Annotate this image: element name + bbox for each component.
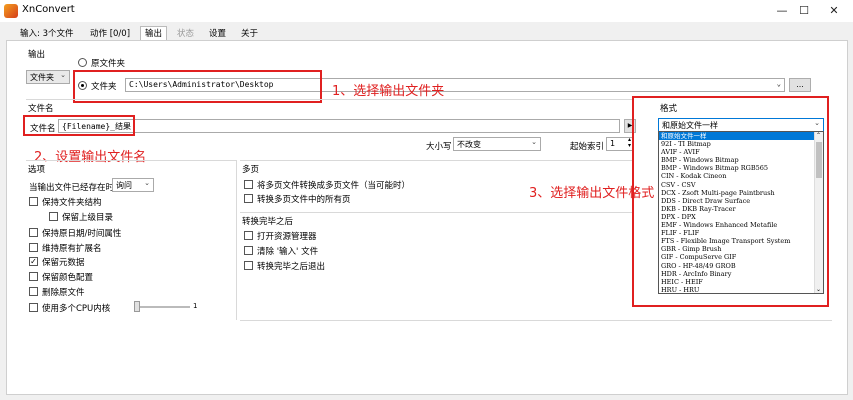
cpu-slider-thumb[interactable] — [134, 301, 140, 312]
spinner-icon[interactable]: ▴ ▾ — [628, 138, 631, 149]
checkbox-keep-folder-structure[interactable] — [29, 197, 38, 206]
checkbox-keep-datetime[interactable] — [29, 228, 38, 237]
checkbox-label: 清除 '输入' 文件 — [257, 247, 319, 257]
divider — [26, 160, 236, 161]
radio-original-folder[interactable] — [78, 58, 87, 67]
checkbox-all-pages[interactable] — [244, 194, 253, 203]
output-section-label: 输出 — [28, 50, 46, 60]
highlight-box-format — [632, 96, 829, 307]
chevron-down-icon: ⌄ — [531, 138, 537, 146]
close-button[interactable]: ✕ — [822, 2, 846, 20]
chevron-down-icon: ⌄ — [144, 179, 150, 187]
divider — [240, 212, 632, 213]
title-bar: XnConvert — ☐ ✕ — [0, 0, 853, 22]
start-index-label: 起始索引 — [570, 142, 605, 152]
cpu-slider-track[interactable] — [136, 306, 190, 308]
exists-value: 询问 — [116, 181, 132, 190]
exists-select[interactable]: 询问 ⌄ — [112, 178, 154, 192]
step3-annotation: 3、选择输出文件格式 — [529, 186, 655, 201]
divider — [240, 160, 632, 161]
filename-input[interactable]: {Filename}_结果 — [58, 119, 620, 133]
checkbox-label: 将多页文件转换成多页文件（当可能时） — [257, 181, 411, 191]
checkbox-keep-parent-dir[interactable] — [49, 212, 58, 221]
maximize-button[interactable]: ☐ — [792, 2, 816, 20]
checkbox-label: 删除原文件 — [42, 288, 85, 298]
divider — [26, 99, 633, 100]
chevron-down-icon: ⌄ — [60, 71, 66, 79]
checkbox-label: 转换多页文件中的所有页 — [257, 195, 351, 205]
browse-button[interactable]: ... — [789, 78, 811, 92]
start-index-input[interactable]: 1 ▴ ▾ — [606, 137, 634, 151]
highlight-box-filename — [23, 115, 135, 136]
divider — [240, 320, 832, 321]
checkbox-delete-original[interactable] — [29, 287, 38, 296]
tab-actions[interactable]: 动作 [0/0] — [86, 27, 134, 41]
checkbox-open-explorer[interactable] — [244, 231, 253, 240]
options-section-label: 选项 — [28, 165, 46, 175]
step1-annotation: 1、选择输出文件夹 — [332, 84, 445, 99]
filename-section-label: 文件名 — [28, 104, 54, 114]
tab-input[interactable]: 输入: 3个文件 — [16, 27, 77, 41]
checkbox-label: 保留颜色配置 — [42, 273, 94, 283]
checkbox-label: 转换完毕之后退出 — [257, 262, 326, 272]
tab-about[interactable]: 关于 — [237, 27, 262, 41]
checkbox-label: 保持原日期/时间属性 — [42, 229, 122, 239]
case-label: 大小写 — [426, 142, 452, 152]
tab-status[interactable]: 状态 — [173, 27, 198, 41]
checkbox-label: 保持文件夹结构 — [42, 198, 102, 208]
checkbox-keep-extension[interactable] — [29, 243, 38, 252]
minimize-button[interactable]: — — [770, 2, 794, 20]
app-logo-icon — [4, 4, 18, 18]
step2-annotation: 2、设置输出文件名 — [34, 150, 147, 165]
window-title: XnConvert — [22, 4, 75, 15]
case-select[interactable]: 不改变 ⌄ — [453, 137, 541, 151]
cpu-slider-value: 1 — [193, 302, 198, 310]
case-value: 不改变 — [457, 140, 481, 149]
tab-output[interactable]: 输出 — [140, 26, 168, 41]
radio-original-label: 原文件夹 — [91, 59, 126, 69]
checkbox-multipage-convert[interactable] — [244, 180, 253, 189]
checkbox-keep-metadata[interactable]: ✓ — [29, 257, 38, 266]
divider — [236, 160, 237, 320]
checkbox-label: 打开资源管理器 — [257, 232, 317, 242]
tab-bar: 输入: 3个文件 动作 [0/0] 输出 状态 设置 关于 — [0, 26, 853, 41]
checkbox-label: 保留元数据 — [42, 258, 85, 268]
checkbox-label: 维持原有扩展名 — [42, 244, 102, 254]
checkbox-multi-cpu[interactable] — [29, 303, 38, 312]
multipage-section-label: 多页 — [242, 165, 260, 175]
chevron-down-icon: ⌄ — [776, 80, 781, 88]
tab-settings[interactable]: 设置 — [205, 27, 230, 41]
checkbox-label: 保留上级目录 — [62, 213, 114, 223]
start-index-value: 1 — [610, 139, 616, 148]
checkbox-label: 使用多个CPU内核 — [42, 304, 111, 314]
checkbox-exit-after[interactable] — [244, 261, 253, 270]
output-type-select[interactable]: 文件夹 ⌄ — [26, 70, 70, 84]
output-type-value: 文件夹 — [30, 73, 54, 82]
exists-label: 当输出文件已经存在时 — [29, 183, 115, 193]
after-section-label: 转换完毕之后 — [242, 217, 294, 227]
checkbox-keep-color-profile[interactable] — [29, 272, 38, 281]
checkbox-clear-input[interactable] — [244, 246, 253, 255]
